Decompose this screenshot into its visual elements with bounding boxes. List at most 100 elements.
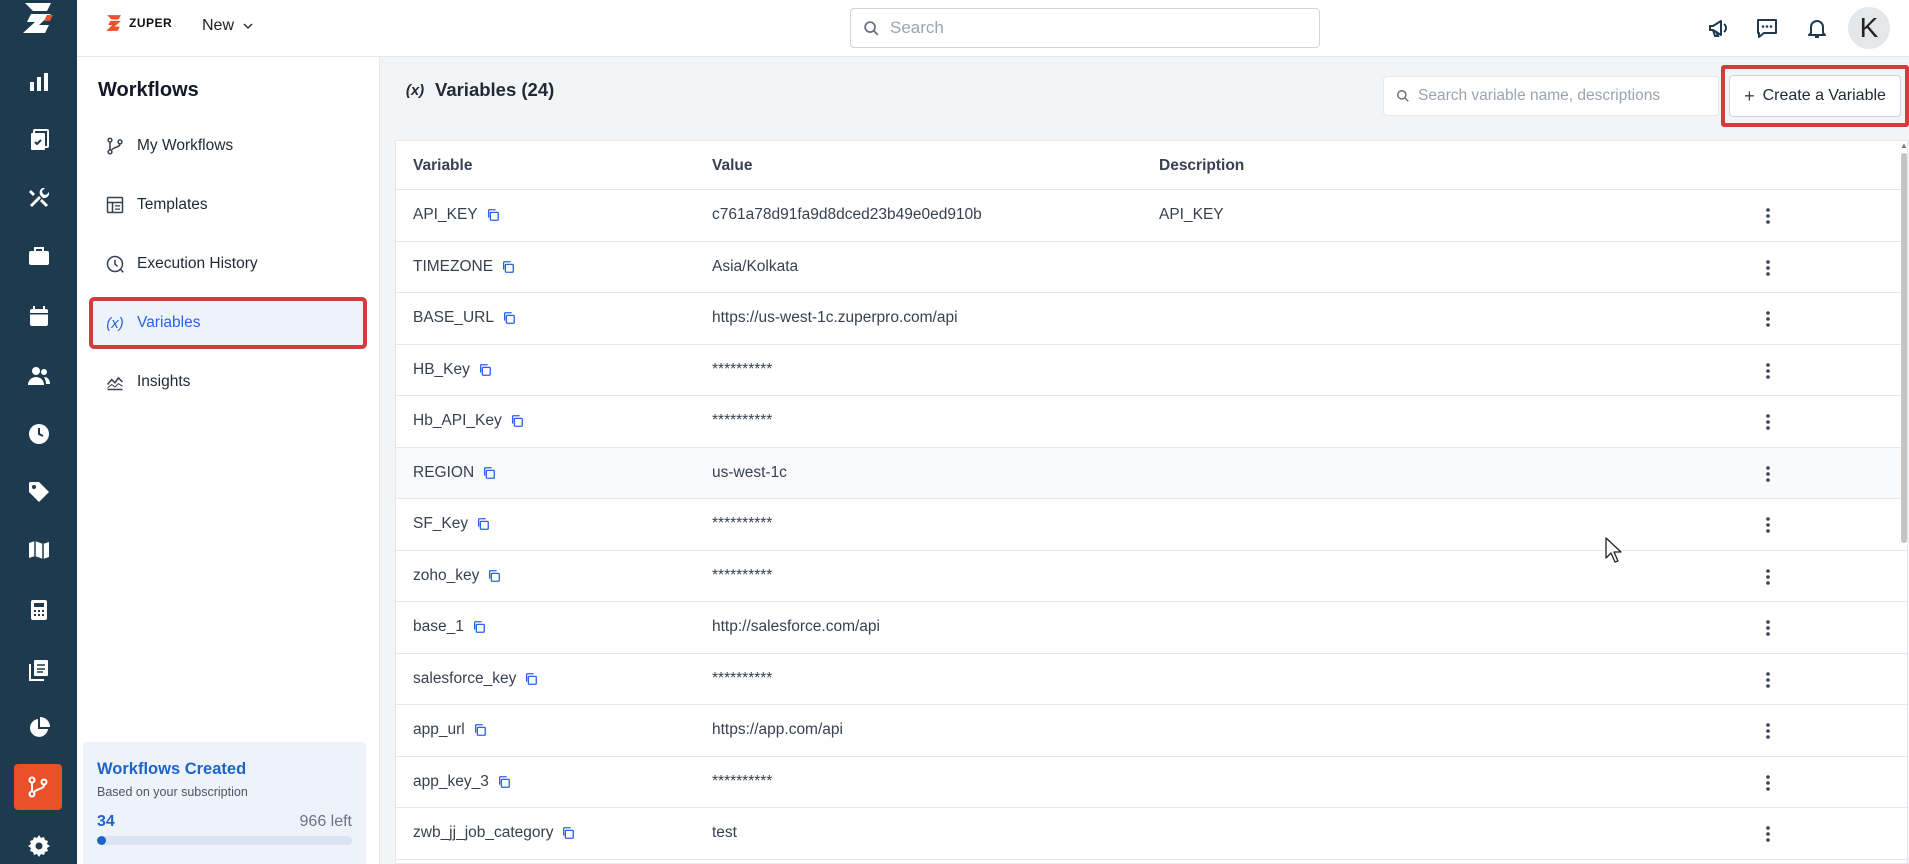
usage-count: 34: [97, 813, 115, 830]
variable-value: test: [712, 824, 737, 841]
global-search-input[interactable]: [890, 18, 1290, 38]
table-row[interactable]: zwb_jj_job_category test: [396, 808, 1907, 860]
briefcase-icon[interactable]: [0, 234, 77, 278]
copy-icon[interactable]: [478, 363, 492, 377]
sidebar-item-label: Insights: [137, 373, 191, 390]
scrollbar-thumb[interactable]: [1901, 153, 1907, 543]
brand-logo[interactable]: ZUPER: [104, 14, 172, 32]
variable-name-cell: app_key_3: [413, 773, 511, 791]
chat-icon[interactable]: [1752, 13, 1782, 43]
column-header-description: Description: [1159, 157, 1245, 174]
variable-search-input[interactable]: [1418, 87, 1708, 105]
copy-icon[interactable]: [524, 672, 538, 686]
users-icon[interactable]: [0, 354, 77, 398]
history-icon: [106, 255, 124, 273]
variable-name-cell: app_url: [413, 721, 487, 739]
copy-icon[interactable]: [497, 775, 511, 789]
bell-icon[interactable]: [1802, 13, 1832, 43]
column-header-variable: Variable: [413, 157, 473, 174]
map-icon[interactable]: [0, 528, 77, 572]
variable-name-cell: zoho_key: [413, 567, 501, 585]
template-icon: [106, 196, 124, 214]
more-options-icon[interactable]: [1756, 307, 1780, 331]
variables-table: Variable Value Description API_KEY c761a7…: [395, 140, 1908, 864]
sidebar-item-execution-history[interactable]: Execution History: [91, 240, 365, 288]
clock-icon[interactable]: [0, 412, 77, 456]
documents-icon[interactable]: [0, 648, 77, 692]
variable-name: salesforce_key: [413, 669, 517, 687]
new-dropdown-button[interactable]: New: [202, 17, 254, 35]
variable-value: Asia/Kolkata: [712, 257, 799, 275]
variable-name-cell: REGION: [413, 464, 496, 482]
copy-icon[interactable]: [472, 620, 486, 634]
table-row[interactable]: Hb_API_Key **********: [396, 396, 1907, 448]
table-row[interactable]: app_url https://app.com/api: [396, 705, 1907, 757]
dashboard-icon[interactable]: [0, 60, 77, 104]
calendar-icon[interactable]: [0, 294, 77, 338]
copy-icon[interactable]: [502, 311, 516, 325]
new-label: New: [202, 17, 235, 34]
variable-name: HB_Key: [413, 360, 470, 378]
more-options-icon[interactable]: [1756, 668, 1780, 692]
sidebar-item-templates[interactable]: Templates: [91, 181, 365, 229]
table-row[interactable]: base_1 http://salesforce.com/api: [396, 602, 1907, 654]
insights-icon: [106, 377, 124, 391]
more-options-icon[interactable]: [1756, 616, 1780, 640]
more-options-icon[interactable]: [1756, 359, 1780, 383]
scroll-up-icon[interactable]: ▲: [1900, 141, 1907, 150]
copy-icon[interactable]: [487, 569, 501, 583]
table-row[interactable]: zoho_key **********: [396, 551, 1907, 602]
workflow-usage-card: Workflows Created Based on your subscrip…: [83, 742, 366, 864]
table-row[interactable]: app_key_3 **********: [396, 757, 1907, 808]
calculator-icon[interactable]: [0, 588, 77, 632]
variable-name-cell: SF_Key: [413, 515, 490, 533]
copy-icon[interactable]: [476, 517, 490, 531]
tools-icon[interactable]: [0, 176, 77, 220]
variable-description: API_KEY: [1159, 206, 1224, 223]
copy-icon[interactable]: [482, 466, 496, 480]
table-row[interactable]: HB_Key **********: [396, 345, 1907, 396]
table-header: Variable Value Description: [396, 141, 1907, 190]
table-row[interactable]: SF_Key **********: [396, 499, 1907, 551]
table-row[interactable]: salesforce_key **********: [396, 654, 1907, 705]
copy-icon[interactable]: [561, 826, 575, 840]
variable-name-cell: HB_Key: [413, 361, 492, 379]
copy-icon[interactable]: [501, 260, 515, 274]
copy-icon[interactable]: [510, 414, 524, 428]
sidebar-item-my-workflows[interactable]: My Workflows: [91, 122, 365, 170]
table-row[interactable]: TIMEZONE Asia/Kolkata: [396, 242, 1907, 293]
table-row[interactable]: REGION us-west-1c: [396, 447, 1907, 499]
jobs-icon[interactable]: [0, 118, 77, 162]
workflows-sidebar: Workflows My Workflows Templates Executi…: [77, 57, 380, 864]
mouse-cursor-icon: [1605, 537, 1622, 563]
settings-icon[interactable]: [0, 824, 77, 864]
usage-subtitle: Based on your subscription: [97, 785, 248, 799]
tag-icon[interactable]: [0, 470, 77, 514]
more-options-icon[interactable]: [1756, 410, 1780, 434]
table-row[interactable]: BASE_URL https://us-west-1c.zuperpro.com/…: [396, 293, 1907, 345]
variable-name: zoho_key: [413, 566, 480, 584]
zuper-logo-icon[interactable]: [18, 0, 58, 36]
more-options-icon[interactable]: [1756, 204, 1780, 228]
create-variable-button[interactable]: + Create a Variable: [1729, 75, 1901, 117]
usage-title: Workflows Created: [97, 760, 247, 778]
reports-icon[interactable]: [0, 706, 77, 750]
more-options-icon[interactable]: [1756, 719, 1780, 743]
avatar[interactable]: K: [1848, 7, 1890, 49]
workflow-icon[interactable]: [14, 764, 62, 810]
more-options-icon[interactable]: [1756, 771, 1780, 795]
copy-icon[interactable]: [473, 723, 487, 737]
announcements-icon[interactable]: [1704, 13, 1734, 43]
more-options-icon[interactable]: [1756, 822, 1780, 846]
sidebar-item-variables[interactable]: (x) Variables: [89, 297, 367, 349]
more-options-icon[interactable]: [1756, 256, 1780, 280]
more-options-icon[interactable]: [1756, 513, 1780, 537]
page-title: (x) Variables (24): [405, 79, 554, 101]
more-options-icon[interactable]: [1756, 462, 1780, 486]
table-row[interactable]: API_KEY c761a78d91fa9d8dced23b49e0ed910b A…: [396, 190, 1907, 242]
sidebar-item-insights[interactable]: Insights: [91, 358, 365, 406]
copy-icon[interactable]: [486, 208, 500, 222]
variable-value: **********: [712, 772, 773, 790]
table-scrollbar[interactable]: ▲: [1899, 141, 1907, 863]
more-options-icon[interactable]: [1756, 565, 1780, 589]
